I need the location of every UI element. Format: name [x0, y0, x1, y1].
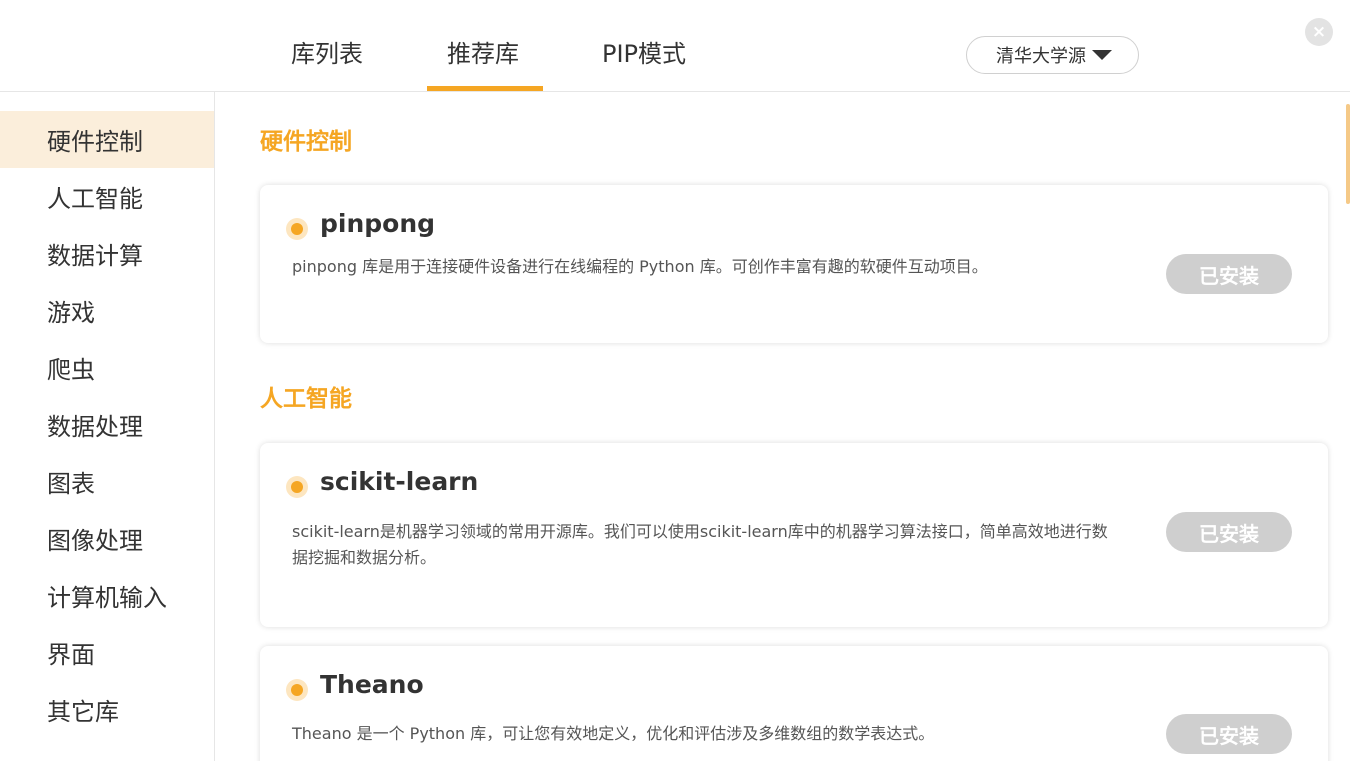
section-title-hardware: 硬件控制	[260, 129, 352, 155]
library-description: Theano 是一个 Python 库，可让您有效地定义，优化和评估涉及多维数组…	[292, 724, 935, 743]
library-card-pinpong: pinpong pinpong 库是用于连接硬件设备进行在线编程的 Python…	[260, 185, 1328, 343]
sidebar-item-crawler[interactable]: 爬虫	[0, 339, 214, 396]
sidebar-item-charts[interactable]: 图表	[0, 453, 214, 510]
library-description: scikit-learn是机器学习领域的常用开源库。我们可以使用scikit-l…	[292, 522, 1108, 567]
section-title-ai: 人工智能	[260, 386, 352, 412]
tab-pip-mode[interactable]: PIP模式	[602, 38, 686, 70]
library-card-theano: Theano Theano 是一个 Python 库，可让您有效地定义，优化和评…	[260, 646, 1328, 761]
sidebar-item-other[interactable]: 其它库	[0, 681, 214, 738]
library-content: 硬件控制 pinpong pinpong 库是用于连接硬件设备进行在线编程的 P…	[215, 92, 1350, 761]
sidebar-item-computer-input[interactable]: 计算机输入	[0, 567, 214, 624]
sidebar-item-data-compute[interactable]: 数据计算	[0, 225, 214, 282]
scrollbar-thumb[interactable]	[1346, 104, 1350, 204]
library-name: Theano	[320, 670, 424, 699]
bullet-dot-icon	[286, 218, 308, 240]
library-description: pinpong 库是用于连接硬件设备进行在线编程的 Python 库。可创作丰富…	[292, 257, 988, 276]
tab-recommended[interactable]: 推荐库	[447, 38, 519, 70]
tab-library-list[interactable]: 库列表	[291, 38, 363, 70]
installed-button[interactable]: 已安装	[1166, 254, 1292, 294]
sidebar-item-games[interactable]: 游戏	[0, 282, 214, 339]
top-bar: 库列表 推荐库 PIP模式 清华大学源 ×	[0, 0, 1350, 92]
library-card-scikit-learn: scikit-learn scikit-learn是机器学习领域的常用开源库。我…	[260, 443, 1328, 627]
source-dropdown[interactable]: 清华大学源	[966, 36, 1139, 74]
close-icon: ×	[1311, 22, 1327, 42]
sidebar-item-ai[interactable]: 人工智能	[0, 168, 214, 225]
sidebar-item-image-processing[interactable]: 图像处理	[0, 510, 214, 567]
sidebar-item-gui[interactable]: 界面	[0, 624, 214, 681]
sidebar-item-data-processing[interactable]: 数据处理	[0, 396, 214, 453]
active-tab-indicator	[427, 86, 543, 91]
source-dropdown-value: 清华大学源	[996, 46, 1086, 67]
installed-button[interactable]: 已安装	[1166, 512, 1292, 552]
bullet-dot-icon	[286, 679, 308, 701]
category-sidebar: 硬件控制 人工智能 数据计算 游戏 爬虫 数据处理 图表 图像处理 计算机输入 …	[0, 92, 215, 761]
bullet-dot-icon	[286, 476, 308, 498]
installed-button[interactable]: 已安装	[1166, 714, 1292, 754]
caret-down-icon	[1092, 50, 1112, 60]
close-button[interactable]: ×	[1305, 18, 1333, 46]
library-name: pinpong	[320, 209, 436, 238]
sidebar-item-hardware[interactable]: 硬件控制	[0, 111, 214, 168]
library-name: scikit-learn	[320, 467, 479, 496]
